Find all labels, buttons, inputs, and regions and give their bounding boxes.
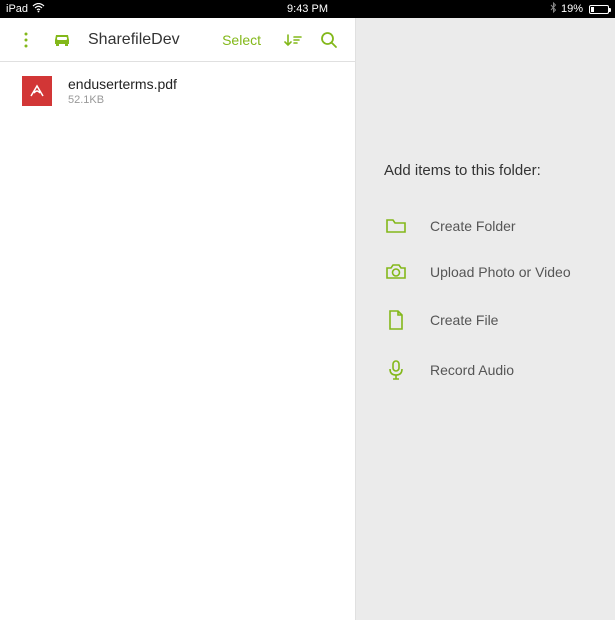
status-bar: iPad 9:43 PM 19% bbox=[0, 0, 615, 18]
battery-icon bbox=[589, 5, 609, 14]
file-icon bbox=[384, 309, 408, 331]
action-upload-photo[interactable]: Upload Photo or Video bbox=[356, 249, 615, 295]
action-label: Create File bbox=[430, 312, 498, 328]
actions-pane: Add items to this folder: Create Folder bbox=[356, 18, 615, 620]
action-label: Record Audio bbox=[430, 362, 514, 378]
toolbar: SharefileDev Select bbox=[0, 18, 355, 62]
file-name: enduserterms.pdf bbox=[68, 76, 177, 92]
file-row[interactable]: enduserterms.pdf 52.1KB bbox=[0, 62, 355, 120]
folder-icon bbox=[384, 217, 408, 235]
device-label: iPad bbox=[6, 3, 28, 15]
menu-icon[interactable] bbox=[14, 28, 38, 52]
battery-percent: 19% bbox=[561, 3, 583, 15]
file-list-pane: SharefileDev Select e bbox=[0, 18, 356, 620]
file-size: 52.1KB bbox=[68, 94, 177, 106]
camera-icon bbox=[384, 263, 408, 281]
action-label: Create Folder bbox=[430, 218, 516, 234]
pdf-icon bbox=[22, 76, 52, 106]
sort-icon[interactable] bbox=[281, 28, 305, 52]
folder-title: SharefileDev bbox=[88, 31, 180, 49]
panel-title: Add items to this folder: bbox=[356, 162, 615, 203]
action-record-audio[interactable]: Record Audio bbox=[356, 345, 615, 395]
clock: 9:43 PM bbox=[287, 3, 328, 15]
microphone-icon bbox=[384, 359, 408, 381]
action-label: Upload Photo or Video bbox=[430, 264, 571, 280]
search-icon[interactable] bbox=[317, 28, 341, 52]
bluetooth-icon bbox=[550, 2, 557, 16]
select-button[interactable]: Select bbox=[222, 32, 261, 48]
action-create-file[interactable]: Create File bbox=[356, 295, 615, 345]
car-icon[interactable] bbox=[50, 28, 74, 52]
action-create-folder[interactable]: Create Folder bbox=[356, 203, 615, 249]
wifi-icon bbox=[32, 3, 45, 16]
